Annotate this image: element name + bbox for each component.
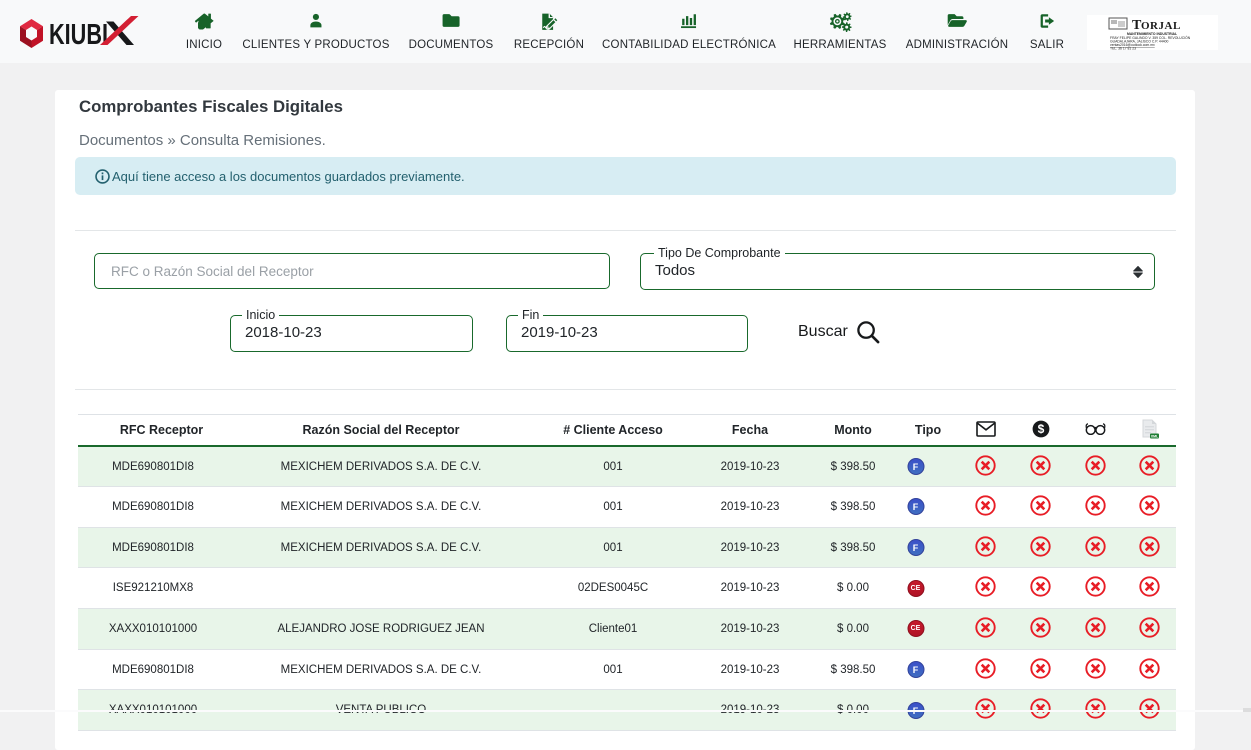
- svg-text:XML: XML: [1150, 434, 1158, 438]
- svg-text:$: $: [1037, 422, 1044, 436]
- svg-text:KIUBI: KIUBI: [49, 19, 108, 51]
- svg-text:ORJAL: ORJAL: [1141, 20, 1181, 32]
- svg-text:TEL. 36 17 81 23: TEL. 36 17 81 23: [1110, 47, 1136, 51]
